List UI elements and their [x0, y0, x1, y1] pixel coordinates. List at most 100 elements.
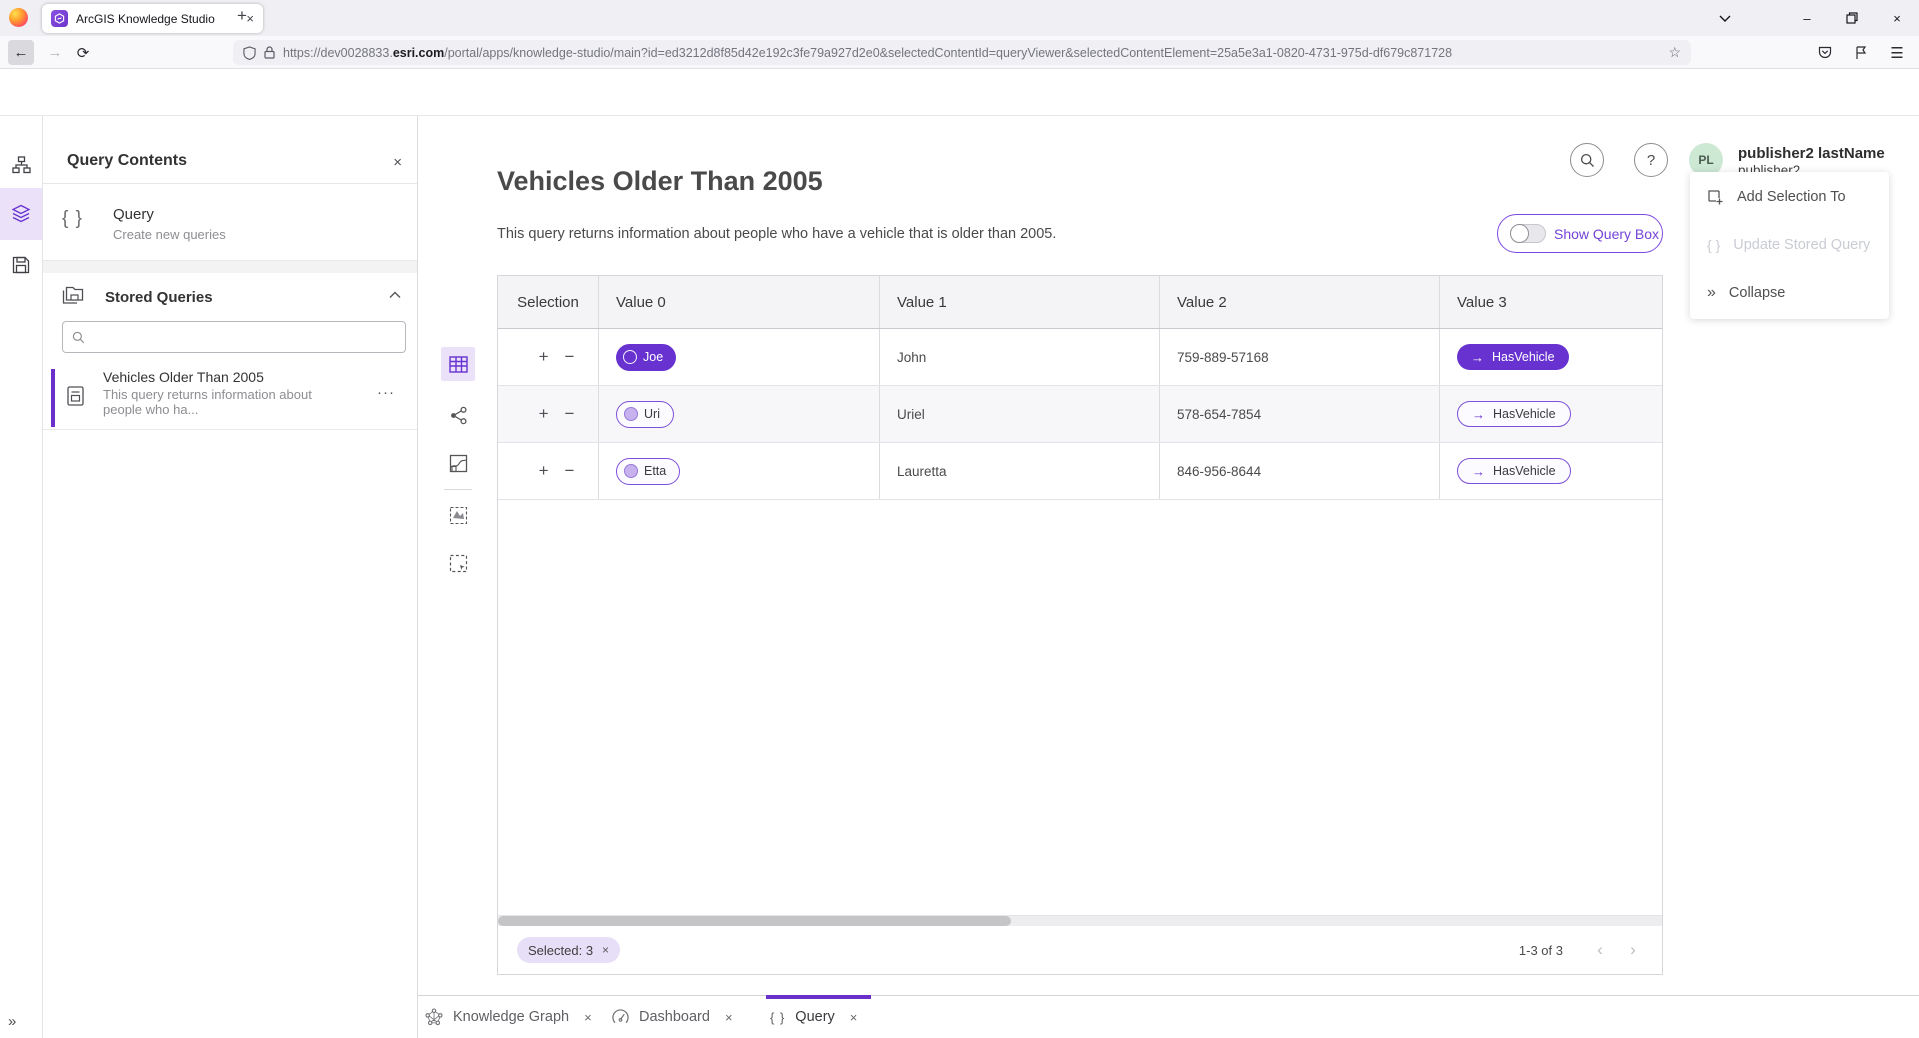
- save-icon[interactable]: [0, 244, 42, 286]
- tab-close-icon[interactable]: ×: [725, 1010, 733, 1025]
- tab-knowledge-graph[interactable]: Knowledge Graph ×: [425, 997, 592, 1037]
- lock-icon[interactable]: [264, 46, 275, 59]
- entity-pill[interactable]: Etta: [616, 458, 680, 485]
- menu-item-update-stored-query: { } Update Stored Query: [1690, 221, 1889, 269]
- row-range-label: 1-3 of 3: [1519, 943, 1563, 958]
- expand-rail-icon[interactable]: »: [8, 1013, 16, 1030]
- tab-close-icon[interactable]: ×: [850, 1010, 858, 1025]
- new-query-item[interactable]: { } Query Create new queries: [43, 184, 417, 261]
- next-page-button[interactable]: ›: [1623, 940, 1643, 960]
- search-button[interactable]: [1570, 143, 1604, 177]
- braces-icon: { }: [62, 208, 83, 230]
- stored-query-description: This query returns information about peo…: [103, 387, 331, 417]
- entity-dot-icon: [624, 407, 638, 421]
- folder-icon: [62, 286, 84, 306]
- panel-section-divider: [43, 261, 417, 273]
- tracking-shield-icon[interactable]: [243, 46, 256, 60]
- stored-query-title: Vehicles Older Than 2005: [103, 369, 264, 385]
- add-selection-icon: [1707, 189, 1724, 206]
- query-document-icon: [67, 386, 84, 406]
- braces-icon: { }: [770, 1010, 785, 1025]
- table-view-button[interactable]: [441, 347, 475, 381]
- entity-pill[interactable]: Joe: [616, 344, 676, 371]
- refresh-button[interactable]: ⟳: [70, 40, 96, 65]
- window-restore-button[interactable]: [1837, 5, 1867, 31]
- toolbar-divider: [444, 489, 472, 490]
- relationship-pill[interactable]: →HasVehicle: [1457, 344, 1569, 370]
- arcgis-app-icon: [51, 10, 68, 27]
- query-result-description: This query returns information about peo…: [497, 226, 1056, 242]
- menu-item-add-selection-to[interactable]: Add Selection To: [1690, 173, 1889, 221]
- tab-close-icon[interactable]: ×: [584, 1010, 592, 1025]
- search-icon: [72, 331, 85, 344]
- map-selection-view-button[interactable]: [441, 498, 475, 532]
- window-minimize-button[interactable]: –: [1792, 5, 1822, 31]
- selected-count-chip[interactable]: Selected: 3 ×: [517, 937, 620, 963]
- previous-page-button[interactable]: ‹: [1590, 940, 1610, 960]
- collapse-icon: »: [1707, 284, 1716, 302]
- user-name: publisher2 lastName: [1738, 145, 1885, 162]
- selected-indicator-bar: [51, 369, 55, 427]
- panel-close-icon[interactable]: ×: [393, 154, 402, 171]
- cell-value2: 846-956-8644: [1159, 443, 1439, 499]
- knowledge-graph-icon: [425, 1008, 443, 1026]
- url-text[interactable]: https://dev0028833.esri.com/portal/apps/…: [283, 46, 1660, 60]
- table-row: + − Etta Lauretta 846-956-8644 →HasVehic…: [498, 443, 1662, 500]
- stored-queries-header[interactable]: Stored Queries: [43, 273, 417, 321]
- scrollbar-thumb[interactable]: [498, 916, 1011, 926]
- item-options-icon[interactable]: ···: [377, 384, 395, 401]
- layers-icon-selected[interactable]: [0, 188, 42, 240]
- clear-selection-icon[interactable]: ×: [602, 943, 609, 957]
- tab-list-chevron-icon[interactable]: [1710, 5, 1740, 31]
- window-close-button[interactable]: ×: [1882, 5, 1912, 31]
- remove-from-selection-button[interactable]: −: [565, 347, 575, 367]
- add-to-selection-button[interactable]: +: [539, 404, 549, 424]
- tab-dashboard[interactable]: Dashboard ×: [612, 997, 733, 1037]
- hamburger-menu-icon[interactable]: ☰: [1884, 40, 1910, 65]
- data-model-icon[interactable]: [0, 144, 42, 186]
- add-to-selection-button[interactable]: +: [539, 347, 549, 367]
- stored-query-item[interactable]: Vehicles Older Than 2005 This query retu…: [43, 366, 417, 430]
- column-header-value1[interactable]: Value 1: [879, 276, 1159, 328]
- panel-title: Query Contents: [67, 152, 187, 170]
- bookmark-star-icon[interactable]: ☆: [1668, 44, 1681, 61]
- bottom-tab-bar: Knowledge Graph × Dashboard × { } Query …: [418, 995, 1919, 1038]
- show-query-box-label: Show Query Box: [1554, 226, 1659, 242]
- back-button[interactable]: ←: [8, 40, 34, 65]
- remove-from-selection-button[interactable]: −: [565, 461, 575, 481]
- relationship-pill[interactable]: →HasVehicle: [1457, 458, 1571, 484]
- url-bar[interactable]: https://dev0028833.esri.com/portal/apps/…: [233, 40, 1691, 65]
- app-header: Certification Project ? PL publisher2 la…: [0, 69, 1919, 116]
- map-view-button[interactable]: [441, 446, 475, 480]
- menu-item-collapse[interactable]: » Collapse: [1690, 269, 1889, 317]
- add-to-selection-button[interactable]: +: [539, 461, 549, 481]
- stored-queries-title: Stored Queries: [105, 289, 213, 306]
- cell-value1: Uriel: [879, 386, 1159, 442]
- relationship-pill[interactable]: →HasVehicle: [1457, 401, 1571, 427]
- stored-queries-search[interactable]: [62, 321, 406, 353]
- firefox-icon[interactable]: [9, 8, 28, 27]
- link-chart-view-button[interactable]: [441, 398, 475, 432]
- arrow-icon: →: [1472, 464, 1485, 479]
- help-button[interactable]: ?: [1634, 143, 1668, 177]
- table-row: + − Joe John 759-889-57168 →HasVehicle: [498, 329, 1662, 386]
- arrow-icon: →: [1472, 407, 1485, 422]
- column-header-value3[interactable]: Value 3: [1439, 276, 1662, 328]
- left-icon-rail: »: [0, 116, 43, 1038]
- column-header-value2[interactable]: Value 2: [1159, 276, 1439, 328]
- selection-tool-button[interactable]: [441, 546, 475, 580]
- column-header-selection[interactable]: Selection: [498, 276, 598, 328]
- remove-from-selection-button[interactable]: −: [565, 404, 575, 424]
- cell-value1: Lauretta: [879, 443, 1159, 499]
- forward-button: →: [42, 40, 68, 65]
- column-header-value0[interactable]: Value 0: [598, 276, 879, 328]
- show-query-box-toggle[interactable]: Show Query Box: [1497, 214, 1663, 253]
- tab-query[interactable]: { } Query ×: [770, 997, 857, 1037]
- extensions-icon[interactable]: [1848, 40, 1874, 65]
- pocket-icon[interactable]: [1812, 40, 1838, 65]
- stored-queries-search-input[interactable]: [92, 330, 396, 345]
- toggle-switch-off[interactable]: [1510, 224, 1546, 243]
- new-tab-button[interactable]: +: [230, 6, 254, 26]
- entity-pill[interactable]: Uri: [616, 401, 674, 428]
- chevron-up-icon[interactable]: [389, 291, 401, 299]
